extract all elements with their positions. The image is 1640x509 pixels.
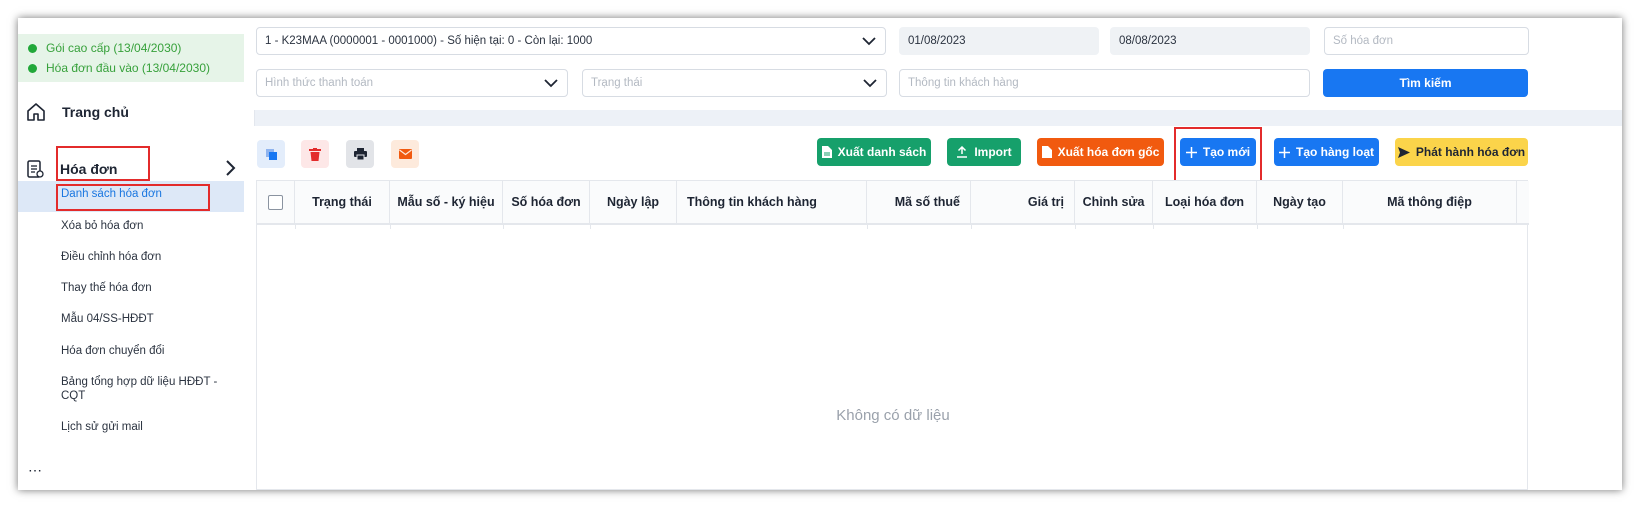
delete-button[interactable]	[301, 140, 329, 168]
col-template-symbol[interactable]: Mẫu số - ký hiệu	[390, 181, 503, 223]
col-issue-date[interactable]: Ngày lập	[590, 181, 677, 223]
payment-method-placeholder: Hình thức thanh toán	[265, 77, 374, 89]
col-value[interactable]: Giá trị	[971, 181, 1075, 223]
import-button[interactable]: Import	[947, 138, 1021, 166]
search-button-label: Tìm kiếm	[1399, 76, 1452, 90]
date-from-field[interactable]: 01/08/2023	[899, 27, 1099, 55]
copy-icon	[265, 148, 277, 160]
more-icon: ⋯	[28, 462, 43, 478]
home-icon	[27, 103, 45, 121]
column-divider	[1153, 225, 1154, 229]
date-to-field[interactable]: 08/08/2023	[1110, 27, 1310, 55]
bulk-create-button[interactable]: Tạo hàng loạt	[1274, 138, 1379, 166]
send-icon	[1397, 146, 1410, 158]
search-button[interactable]: Tìm kiếm	[1323, 69, 1528, 97]
plan-input-invoice-label: Hóa đơn đầu vào (13/04/2030)	[46, 61, 210, 75]
col-edit[interactable]: Chỉnh sửa	[1075, 181, 1153, 223]
status-placeholder: Trạng thái	[591, 77, 643, 89]
chevron-right-icon	[226, 160, 236, 176]
column-divider	[1257, 225, 1258, 229]
print-button[interactable]	[346, 140, 374, 168]
sidebar-subitem-form-04[interactable]: Mẫu 04/SS-HĐĐT	[61, 312, 231, 326]
sidebar-subitem-mail-history[interactable]: Lịch sử gửi mail	[61, 420, 231, 434]
export-original-button[interactable]: Xuất hóa đơn gốc	[1037, 138, 1164, 166]
file-icon	[821, 146, 832, 158]
invoice-number-placeholder: Số hóa đơn	[1333, 35, 1393, 47]
plus-icon	[1279, 146, 1290, 158]
subscription-box: Gói cao cấp (13/04/2030) Hóa đơn đầu vào…	[18, 34, 254, 82]
issue-invoice-button[interactable]: Phát hành hóa đơn	[1395, 138, 1528, 166]
chevron-down-icon	[544, 79, 558, 88]
invoice-series-value: 1 - K23MAA (0000001 - 0001000) - Số hiện…	[265, 35, 593, 47]
col-created-date[interactable]: Ngày tạo	[1257, 181, 1343, 223]
export-original-label: Xuất hóa đơn gốc	[1057, 145, 1160, 159]
plan-premium: Gói cao cấp (13/04/2030)	[28, 41, 181, 55]
column-divider	[1343, 225, 1344, 229]
invoice-list-panel: Xuất danh sách Import Xuất hóa đơn gốc T…	[244, 126, 1622, 490]
mail-icon	[398, 149, 412, 159]
invoice-table: Trạng thái Mẫu số - ký hiệu Số hóa đơn N…	[256, 180, 1529, 490]
customer-info-placeholder: Thông tin khách hàng	[908, 77, 1019, 89]
copy-button[interactable]	[257, 140, 285, 168]
payment-method-select[interactable]: Hình thức thanh toán	[256, 69, 568, 97]
column-divider	[590, 225, 591, 229]
column-divider	[971, 225, 972, 229]
file-icon	[1041, 146, 1052, 158]
sidebar-subitem-replace-invoice[interactable]: Thay thế hóa đơn	[61, 281, 231, 295]
trash-icon	[309, 147, 321, 161]
col-tax-code[interactable]: Mã số thuế	[867, 181, 971, 223]
column-divider	[390, 225, 391, 229]
column-divider	[295, 225, 296, 229]
column-divider	[867, 225, 868, 229]
sidebar: Gói cao cấp (13/04/2030) Hóa đơn đầu vào…	[18, 18, 255, 490]
email-button[interactable]	[391, 140, 419, 168]
status-select[interactable]: Trạng thái	[582, 69, 887, 97]
customer-info-input[interactable]: Thông tin khách hàng	[899, 69, 1310, 97]
status-dot-icon	[28, 43, 37, 53]
upload-icon	[957, 146, 968, 158]
select-all-cell	[257, 181, 295, 223]
app-window: Gói cao cấp (13/04/2030) Hóa đơn đầu vào…	[18, 18, 1622, 490]
select-all-checkbox[interactable]	[268, 194, 283, 210]
col-invoice-type[interactable]: Loại hóa đơn	[1153, 181, 1257, 223]
sidebar-subitem-summary-table[interactable]: Bảng tổng hợp dữ liệu HĐĐT - CQT	[61, 375, 221, 403]
date-to-value: 08/08/2023	[1119, 35, 1177, 47]
plan-input-invoice: Hóa đơn đầu vào (13/04/2030)	[28, 61, 210, 75]
bulk-create-label: Tạo hàng loạt	[1296, 145, 1374, 159]
invoice-number-input[interactable]: Số hóa đơn	[1324, 27, 1529, 55]
printer-icon	[353, 148, 367, 160]
date-from-value: 01/08/2023	[908, 35, 966, 47]
invoice-icon	[27, 160, 44, 178]
import-label: Import	[974, 145, 1012, 159]
col-status[interactable]: Trạng thái	[295, 181, 390, 223]
export-list-label: Xuất danh sách	[837, 145, 927, 159]
col-message-code[interactable]: Mã thông điệp	[1343, 181, 1517, 223]
sidebar-item-home[interactable]: Trang chủ	[26, 102, 129, 122]
highlight-box-invoices	[56, 146, 150, 181]
issue-invoice-label: Phát hành hóa đơn	[1415, 145, 1526, 159]
chevron-down-icon	[862, 37, 876, 46]
sidebar-subitem-cancel-invoice[interactable]: Xóa bỏ hóa đơn	[61, 219, 231, 233]
column-divider	[1075, 225, 1076, 229]
export-list-button[interactable]: Xuất danh sách	[817, 138, 931, 166]
plan-premium-label: Gói cao cấp (13/04/2030)	[46, 41, 182, 55]
filter-panel: 1 - K23MAA (0000001 - 0001000) - Số hiện…	[244, 18, 1622, 110]
highlight-box-invoice-list	[56, 184, 210, 211]
column-divider	[503, 225, 504, 229]
col-customer-info[interactable]: Thông tin khách hàng	[677, 181, 867, 223]
empty-state-text: Không có dữ liệu	[836, 407, 950, 424]
sidebar-subitem-converted-invoice[interactable]: Hóa đơn chuyển đổi	[61, 344, 231, 358]
invoice-series-select[interactable]: 1 - K23MAA (0000001 - 0001000) - Số hiện…	[256, 27, 886, 55]
sidebar-item-home-label: Trang chủ	[62, 104, 129, 120]
status-dot-icon	[28, 63, 37, 73]
col-invoice-number[interactable]: Số hóa đơn	[503, 181, 590, 223]
chevron-down-icon	[863, 79, 877, 88]
sidebar-subitem-adjust-invoice[interactable]: Điều chỉnh hóa đơn	[61, 250, 231, 264]
table-header: Trạng thái Mẫu số - ký hiệu Số hóa đơn N…	[257, 181, 1529, 225]
